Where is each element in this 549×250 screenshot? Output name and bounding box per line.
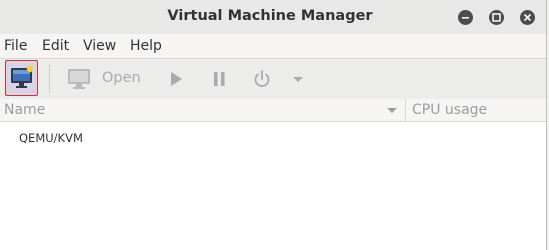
virt-manager-window: Virtual Machine Manager File Edit View H… bbox=[0, 0, 547, 250]
close-icon bbox=[523, 13, 532, 22]
close-button[interactable] bbox=[520, 10, 535, 25]
new-vm-button[interactable] bbox=[5, 60, 38, 96]
connection-list: QEMU/KVM bbox=[0, 122, 546, 250]
pause-button[interactable] bbox=[206, 59, 232, 99]
title-bar[interactable]: Virtual Machine Manager bbox=[0, 0, 546, 34]
menu-file[interactable]: File bbox=[4, 38, 27, 54]
connection-name: QEMU/KVM bbox=[19, 131, 83, 145]
power-icon bbox=[254, 70, 270, 88]
toolbar: Open bbox=[0, 58, 546, 100]
list-item[interactable]: QEMU/KVM bbox=[0, 130, 546, 150]
shutdown-menu-button[interactable] bbox=[287, 59, 309, 99]
menu-edit[interactable]: Edit bbox=[42, 38, 69, 54]
menu-view[interactable]: View bbox=[83, 38, 116, 54]
column-header-name[interactable]: Name bbox=[4, 102, 45, 118]
column-header-cpu-usage[interactable]: CPU usage bbox=[412, 102, 487, 118]
sort-chevron-down-icon[interactable] bbox=[385, 99, 399, 121]
menu-help[interactable]: Help bbox=[130, 38, 162, 54]
chevron-down-icon bbox=[293, 77, 303, 82]
new-vm-monitor-icon bbox=[11, 65, 34, 88]
minimize-icon bbox=[462, 17, 469, 19]
run-button[interactable] bbox=[163, 59, 189, 99]
minimize-button[interactable] bbox=[458, 10, 473, 25]
monitor-icon bbox=[68, 69, 90, 89]
menu-bar: File Edit View Help bbox=[0, 34, 546, 58]
open-label: Open bbox=[102, 70, 141, 86]
column-separator[interactable] bbox=[405, 99, 406, 121]
play-icon bbox=[171, 72, 182, 86]
table-header: Name CPU usage bbox=[0, 99, 546, 122]
toolbar-separator bbox=[49, 65, 50, 93]
maximize-icon bbox=[492, 13, 501, 22]
maximize-button[interactable] bbox=[489, 10, 504, 25]
pause-icon bbox=[214, 72, 225, 86]
open-button[interactable]: Open bbox=[60, 59, 142, 99]
shutdown-button[interactable] bbox=[249, 59, 275, 99]
